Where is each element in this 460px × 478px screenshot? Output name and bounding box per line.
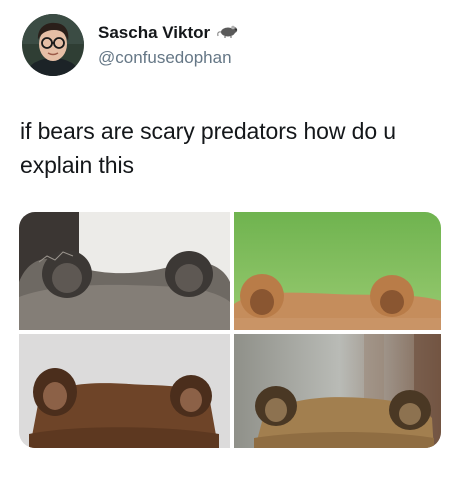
profile-photo-icon	[22, 14, 84, 76]
tweet-text: if bears are scary predators how do u ex…	[20, 118, 396, 178]
bear-ears-photo-2-icon	[234, 212, 441, 330]
rat-emoji-icon	[216, 23, 240, 44]
bear-ears-photo-3-icon	[19, 334, 230, 448]
tweet-header: Sascha Viktor @confusedophan	[22, 14, 240, 76]
media-photo-3[interactable]	[19, 334, 230, 448]
media-photo-4[interactable]	[234, 334, 441, 448]
media-photo-1[interactable]	[19, 212, 230, 330]
display-name[interactable]: Sascha Viktor	[98, 23, 210, 43]
media-photo-2[interactable]	[234, 212, 441, 330]
avatar[interactable]	[22, 14, 84, 76]
bear-ears-photo-4-icon	[234, 334, 441, 448]
display-name-row: Sascha Viktor	[98, 23, 240, 44]
bear-ears-photo-1-icon	[19, 212, 230, 330]
user-handle[interactable]: @confusedophan	[98, 48, 240, 68]
tweet-card: Sascha Viktor @confusedophan if bears ar…	[0, 0, 460, 478]
user-names: Sascha Viktor @confusedophan	[98, 23, 240, 68]
media-grid	[19, 212, 441, 448]
